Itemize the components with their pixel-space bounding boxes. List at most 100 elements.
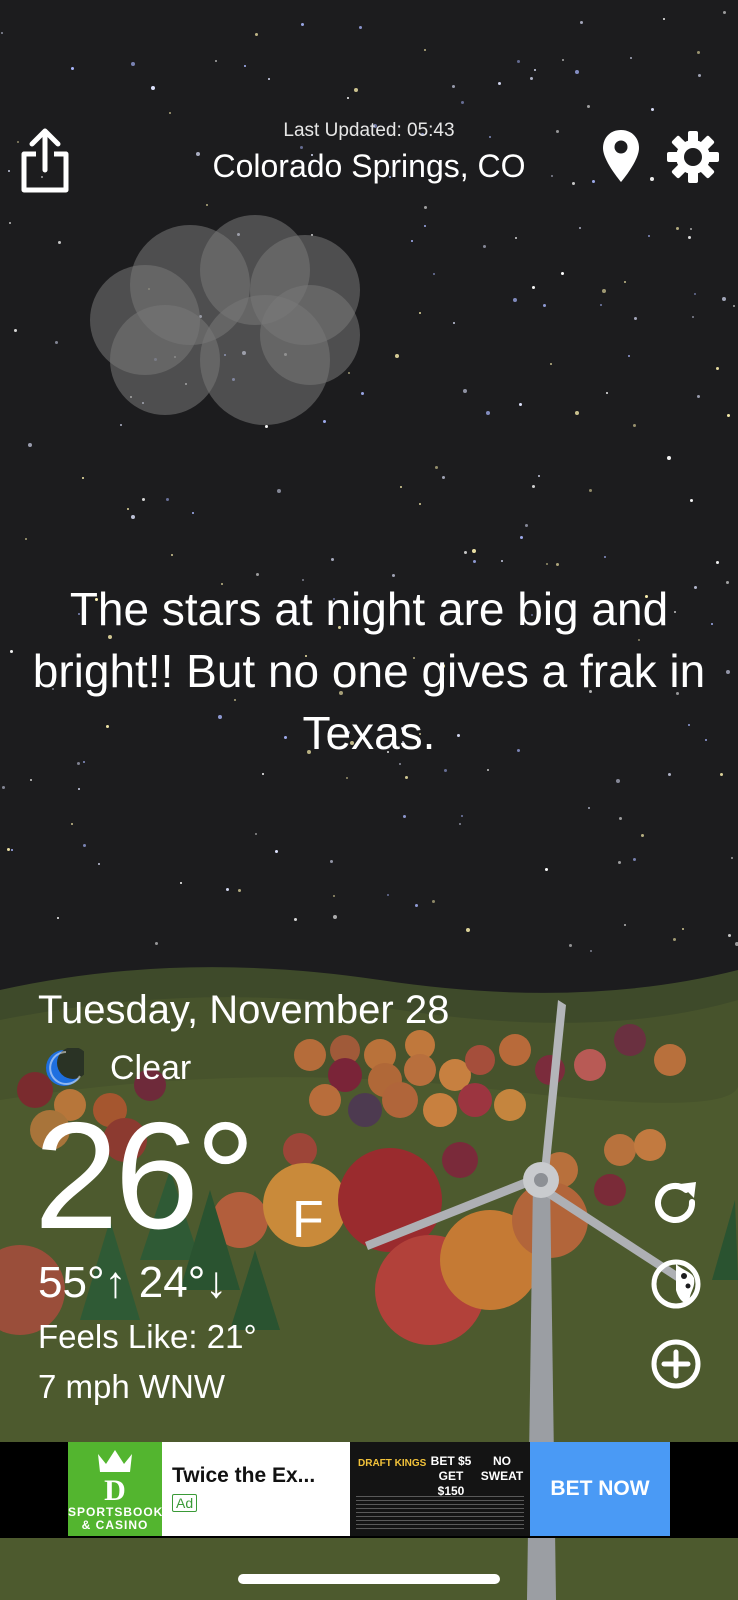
ad-cta-button[interactable]: BET NOW	[530, 1442, 670, 1536]
feels-like-temperature: Feels Like: 21°	[38, 1318, 257, 1355]
radar-button[interactable]	[650, 1258, 702, 1310]
star	[419, 503, 421, 505]
star	[215, 60, 217, 62]
star	[392, 574, 395, 577]
add-location-icon	[651, 1339, 701, 1389]
star	[463, 389, 467, 393]
star	[459, 823, 461, 825]
star	[590, 950, 592, 952]
star	[71, 823, 73, 825]
star	[562, 59, 564, 61]
star	[556, 563, 559, 566]
star	[663, 18, 665, 20]
star	[354, 88, 358, 92]
star	[25, 538, 27, 540]
settings-button[interactable]	[666, 130, 720, 184]
star	[405, 776, 408, 779]
refresh-icon	[655, 1182, 696, 1223]
star	[641, 834, 644, 837]
star	[532, 485, 535, 488]
home-indicator[interactable]	[238, 1574, 500, 1584]
svg-text:D: D	[104, 1474, 126, 1506]
star	[604, 556, 606, 558]
star	[694, 293, 696, 295]
ad-creative-image[interactable]: DRAFT KINGS BET $5 GET $150 NO SWEAT	[350, 1442, 530, 1536]
star	[442, 476, 445, 479]
star	[424, 225, 426, 227]
star	[624, 281, 626, 283]
star	[543, 304, 546, 307]
star	[432, 900, 435, 903]
star	[180, 882, 182, 884]
star	[550, 363, 552, 365]
star	[575, 411, 579, 415]
star	[226, 888, 229, 891]
star	[255, 33, 258, 36]
star	[589, 489, 592, 492]
temperature-unit[interactable]: F	[292, 1190, 324, 1250]
ad-creative-logo: DRAFT KINGS	[358, 1458, 427, 1469]
star	[519, 403, 522, 406]
star	[433, 273, 435, 275]
star	[688, 236, 691, 239]
current-temperature[interactable]: 26°	[34, 1100, 256, 1252]
ad-offer-secondary: NO SWEAT	[480, 1454, 524, 1483]
star	[587, 105, 590, 108]
ad-banner[interactable]: D SPORTSBOOK & CASINO Twice the Ex... Ad…	[0, 1442, 738, 1538]
star	[435, 466, 438, 469]
star	[14, 329, 17, 332]
star	[255, 833, 257, 835]
star	[411, 240, 413, 242]
star	[616, 779, 620, 783]
star	[331, 558, 334, 561]
top-bar: Last Updated: 05:43 Colorado Springs, CO	[0, 110, 738, 210]
ad-fine-print	[356, 1496, 524, 1530]
star	[424, 49, 426, 51]
current-date: Tuesday, November 28	[38, 988, 450, 1032]
star	[628, 355, 630, 357]
star	[262, 773, 264, 775]
star	[461, 101, 464, 104]
star	[633, 858, 636, 861]
star	[11, 849, 13, 851]
star	[151, 86, 155, 90]
star	[698, 74, 701, 77]
star	[532, 286, 535, 289]
ad-brand-logo[interactable]: D SPORTSBOOK & CASINO	[68, 1442, 162, 1536]
star	[579, 227, 581, 229]
star	[667, 456, 671, 460]
star	[561, 272, 564, 275]
star	[634, 317, 637, 320]
refresh-button[interactable]	[650, 1178, 702, 1230]
star	[415, 904, 418, 907]
star	[142, 498, 145, 501]
star	[501, 560, 503, 562]
radar-icon	[651, 1259, 701, 1309]
star	[400, 486, 402, 488]
star	[520, 536, 523, 539]
star	[2, 786, 5, 789]
condition-row: Clear	[44, 1048, 191, 1088]
star	[648, 235, 650, 237]
add-location-button[interactable]	[650, 1338, 702, 1390]
star	[166, 498, 169, 501]
star	[10, 650, 13, 653]
star	[268, 78, 270, 80]
location-pin-icon	[603, 130, 639, 182]
star	[127, 508, 129, 510]
ad-text-panel[interactable]: Twice the Ex... Ad	[162, 1442, 350, 1536]
star	[545, 868, 548, 871]
star	[517, 60, 520, 63]
ad-badge: Ad	[172, 1494, 198, 1512]
star	[668, 773, 671, 776]
location-button[interactable]	[600, 128, 642, 184]
ad-title[interactable]: Twice the Ex...	[172, 1464, 315, 1488]
star	[238, 889, 241, 892]
moon-icon	[46, 1048, 84, 1086]
star	[461, 815, 463, 817]
star	[403, 815, 406, 818]
star	[624, 924, 626, 926]
weather-message: The stars at night are big and bright!! …	[32, 583, 706, 759]
star	[483, 245, 486, 248]
star	[330, 860, 333, 863]
